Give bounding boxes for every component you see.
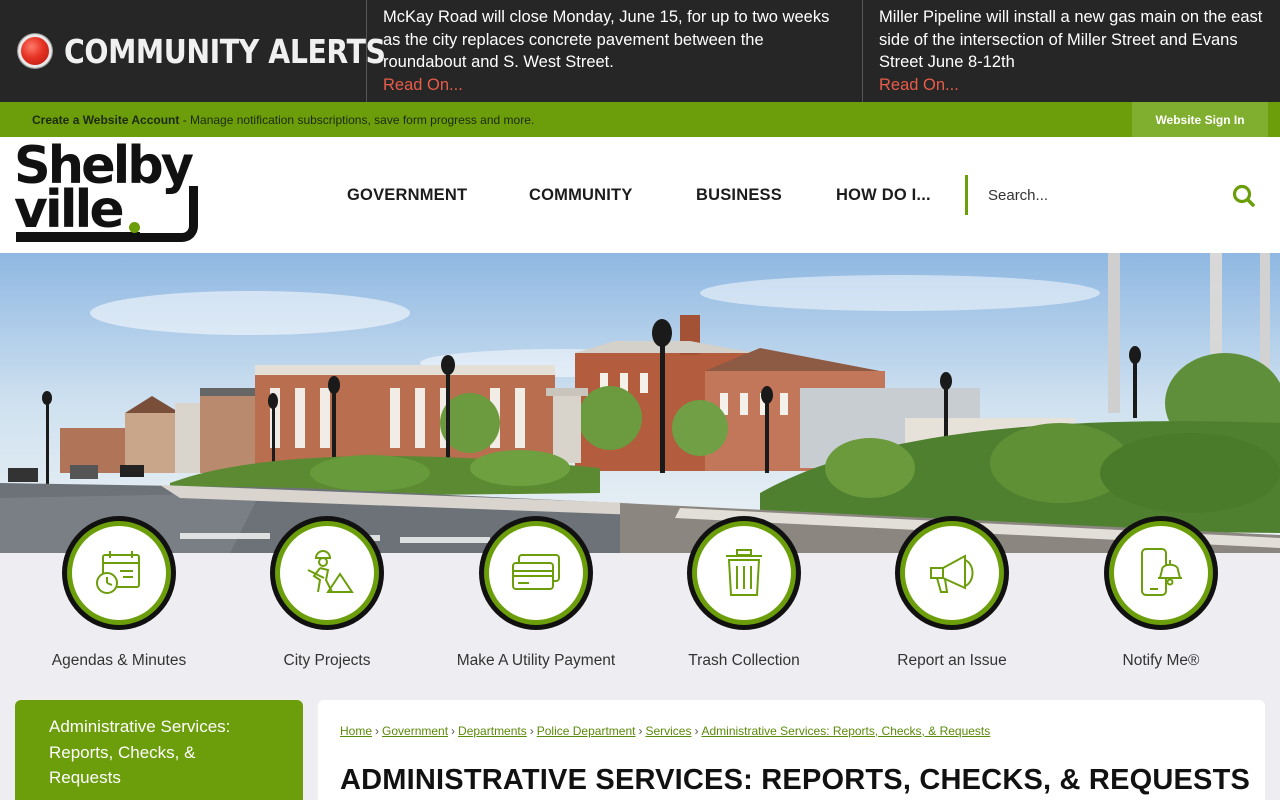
quick-link-label: Agendas & Minutes	[51, 652, 187, 669]
breadcrumb-separator: ›	[529, 724, 534, 738]
search-input[interactable]	[988, 183, 1208, 207]
alert-read-on-link[interactable]: Read On...	[383, 74, 846, 97]
hero-scene-illustration	[0, 253, 1280, 553]
quick-link-utility-payment[interactable]: Make A Utility Payment	[436, 516, 636, 670]
quick-links: Agendas & Minutes City Projects Make A U	[0, 516, 1280, 676]
logo-dot	[129, 222, 140, 233]
sidebar-section-title[interactable]: Administrative Services: Reports, Checks…	[15, 700, 303, 800]
alerts-title-block: COMMUNITY ALERTS	[0, 0, 386, 102]
alert-text: McKay Road will close Monday, June 15, f…	[383, 8, 830, 71]
main-content: Home › Government › Departments › Police Depar…	[318, 700, 1265, 800]
quick-link-agendas[interactable]: Agendas & Minutes	[19, 516, 219, 670]
breadcrumb-government[interactable]: Government	[382, 724, 448, 738]
trash-can-icon	[726, 549, 762, 596]
nav-how-do-i[interactable]: HOW DO I...	[836, 186, 931, 205]
breadcrumb-departments[interactable]: Departments	[458, 724, 527, 738]
create-account-link[interactable]: Create a Website Account	[32, 113, 179, 127]
page-title: ADMINISTRATIVE SERVICES: REPORTS, CHECKS…	[340, 764, 1251, 796]
megaphone-icon	[930, 554, 974, 593]
quick-link-notify-me[interactable]: Notify Me®	[1061, 516, 1261, 670]
community-alerts-bar: COMMUNITY ALERTS McKay Road will close M…	[0, 0, 1280, 102]
quick-link-label: Make A Utility Payment	[456, 652, 616, 669]
sidebar-title-line: Reports, Checks, &	[49, 742, 196, 762]
account-bar: Create a Website Account - Manage notifi…	[0, 102, 1280, 137]
alert-item: Miller Pipeline will install a new gas m…	[863, 0, 1280, 102]
construction-worker-icon	[307, 550, 354, 593]
nav-business[interactable]: BUSINESS	[696, 186, 782, 205]
alert-item: McKay Road will close Monday, June 15, f…	[367, 0, 863, 102]
website-sign-in-button[interactable]: Website Sign In	[1132, 102, 1268, 137]
shelbyville-logo[interactable]: Shelby ville	[14, 136, 200, 248]
account-description: - Manage notification subscriptions, sav…	[179, 112, 535, 127]
calendar-clock-icon	[96, 551, 140, 594]
logo-line-2: ville	[14, 180, 125, 240]
breadcrumb-home[interactable]: Home	[340, 724, 372, 738]
alerts-title: COMMUNITY ALERTS	[64, 31, 386, 71]
breadcrumb-services[interactable]: Services	[645, 724, 691, 738]
sidebar-title-line: Requests	[49, 768, 121, 787]
quick-link-city-projects[interactable]: City Projects	[227, 516, 427, 670]
sidebar-title-line: Administrative Services:	[49, 717, 231, 736]
logo-underline	[16, 232, 140, 242]
alert-light-icon	[18, 34, 52, 68]
nav-government[interactable]: GOVERNMENT	[347, 186, 467, 205]
breadcrumb-separator: ›	[451, 724, 456, 738]
alert-read-on-link[interactable]: Read On...	[879, 74, 1264, 97]
quick-link-trash-collection[interactable]: Trash Collection	[644, 516, 844, 670]
quick-link-label: City Projects	[283, 652, 371, 669]
breadcrumb: Home › Government › Departments › Police Depar…	[340, 724, 1243, 738]
breadcrumb-separator: ›	[694, 724, 699, 738]
site-header: Shelby ville GOVERNMENT COMMUNITY BUSINE…	[0, 136, 1280, 253]
hero-image	[0, 253, 1280, 553]
quick-link-report-issue[interactable]: Report an Issue	[852, 516, 1052, 670]
quick-link-label: Report an Issue	[897, 652, 1007, 669]
quick-link-label: Trash Collection	[688, 652, 800, 669]
search-box	[965, 175, 1265, 215]
quick-link-label: Notify Me®	[1122, 652, 1200, 669]
search-icon[interactable]	[1231, 183, 1257, 209]
breadcrumb-current[interactable]: Administrative Services: Reports, Checks…	[701, 724, 990, 738]
breadcrumb-police-department[interactable]: Police Department	[537, 724, 636, 738]
account-text: Create a Website Account - Manage notifi…	[0, 113, 534, 127]
alert-text: Miller Pipeline will install a new gas m…	[879, 8, 1263, 71]
phone-bell-icon	[1141, 548, 1182, 596]
breadcrumb-separator: ›	[638, 724, 643, 738]
breadcrumb-separator: ›	[375, 724, 380, 738]
credit-card-icon	[512, 554, 560, 590]
nav-community[interactable]: COMMUNITY	[529, 186, 633, 205]
logo-swoop	[140, 186, 198, 242]
